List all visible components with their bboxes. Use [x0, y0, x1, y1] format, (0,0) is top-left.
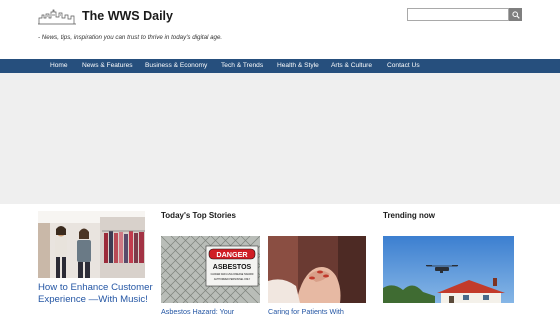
sign-text-danger: DANGER: [216, 250, 248, 259]
search-input[interactable]: [407, 8, 509, 21]
sign-text-personnel: AUTHORIZED PERSONNEL ONLY: [214, 278, 251, 281]
nav-item-health-style[interactable]: Health & Style: [277, 59, 319, 73]
nav-item-arts-culture[interactable]: Arts & Culture: [331, 59, 372, 73]
site-logo[interactable]: [38, 9, 76, 25]
trending-heading: Trending now: [383, 211, 435, 220]
nav-item-home[interactable]: Home: [50, 59, 68, 73]
sign-text-asbestos: ASBESTOS: [213, 264, 252, 271]
site-title[interactable]: The WWS Daily: [82, 9, 173, 23]
main-nav: Home News & Features Business & Economy …: [0, 59, 560, 73]
nav-item-business-economy[interactable]: Business & Economy: [145, 59, 207, 73]
top-stories-heading: Today's Top Stories: [161, 211, 236, 220]
site-header: The WWS Daily - News, tips, inspiration …: [0, 0, 560, 59]
feature-article-title[interactable]: How to Enhance Customer Experience —With…: [38, 282, 154, 305]
nav-item-tech-trends[interactable]: Tech & Trends: [221, 59, 263, 73]
trending-image-drone[interactable]: [383, 236, 514, 303]
nav-item-contact-us[interactable]: Contact Us: [387, 59, 420, 73]
story-image-patients[interactable]: [268, 236, 366, 303]
story-title-patients[interactable]: Caring for Patients With: [268, 307, 344, 315]
hero-banner-area: [0, 73, 560, 204]
site-tagline: - News, tips, inspiration you can trust …: [38, 34, 223, 41]
story-image-asbestos[interactable]: DANGER ASBESTOS CANCER AND LUNG DISEASE …: [161, 236, 260, 303]
story-title-asbestos[interactable]: Asbestos Hazard: Your: [161, 307, 234, 315]
search-button[interactable]: [509, 8, 522, 21]
feature-image[interactable]: [38, 211, 145, 278]
sign-text-hazard: CANCER AND LUNG DISEASE HAZARD: [211, 273, 254, 276]
search-icon: [511, 6, 520, 24]
nav-item-news-features[interactable]: News & Features: [82, 59, 133, 73]
